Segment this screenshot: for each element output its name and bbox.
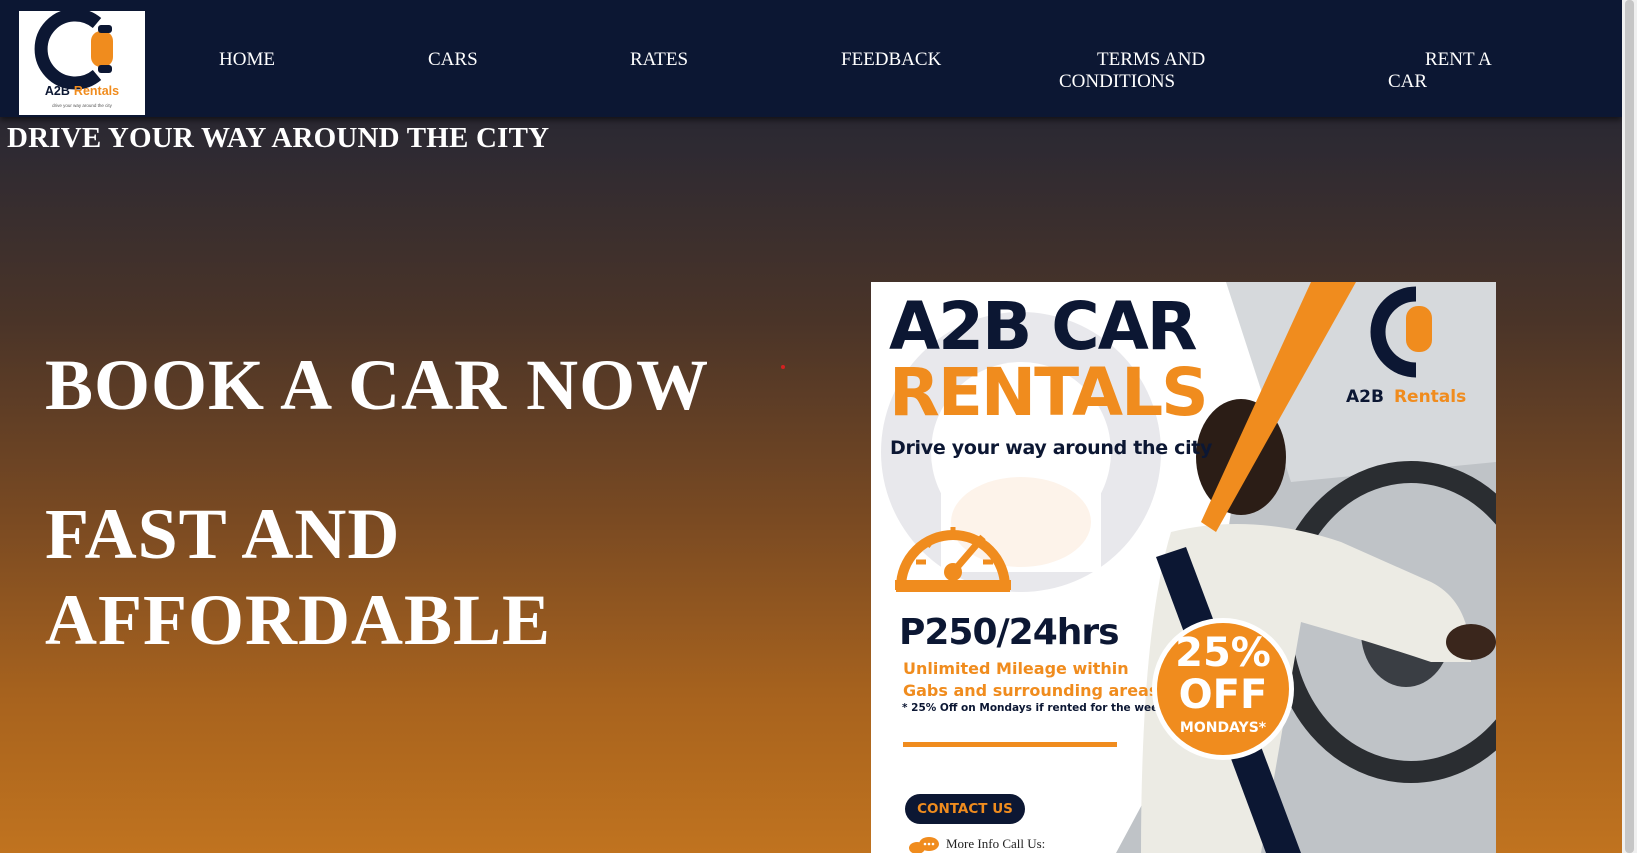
headline-line0: FAST AND (45, 494, 401, 574)
nav-terms-line1: TERMS AND (1097, 49, 1206, 70)
chat-bubble-icon (909, 837, 939, 853)
logo-tagline: drive your way around the city (52, 103, 112, 108)
nav-rent-line2: CAR (1388, 71, 1428, 92)
nav-home-link[interactable]: HOME (219, 49, 275, 71)
headline-fast-affordable: FAST AND AFFORDABLE (45, 491, 551, 663)
contact-us-button[interactable]: CONTACT US (905, 794, 1025, 824)
poster-more-info: More Info Call Us: (946, 836, 1046, 851)
logo-rentals-text: Rentals (73, 84, 120, 98)
discount-badge: 25% OFF MONDAYS* (1152, 618, 1294, 760)
nav-rent-line1: RENT A (1425, 49, 1492, 70)
poster-logo-wordmark: A2B Rentals (1346, 387, 1466, 407)
poster-logo-a2b: A2B (1346, 387, 1384, 407)
scrollbar-thumb[interactable] (1625, 0, 1634, 853)
poster-divider (903, 742, 1117, 747)
poster-mileage-line1: Unlimited Mileage within (903, 659, 1129, 678)
discount-percent: 25% (1175, 630, 1271, 676)
poster-title-line2: RENTALS (889, 354, 1209, 431)
nav-terms-line2: CONDITIONS (1059, 71, 1176, 92)
decorative-dot (781, 365, 785, 369)
nav-rent-a-car-link[interactable]: RENT A CAR (1388, 49, 1492, 93)
page: A2B Rentals drive your way around the cit… (0, 0, 1622, 853)
logo-a2b-text: A2B (44, 84, 70, 98)
vertical-scrollbar[interactable] (1622, 0, 1637, 853)
poster-mileage: Unlimited Mileage within Gabs and surrou… (903, 658, 1163, 702)
nav-cars-link[interactable]: CARS (428, 49, 478, 71)
nav-rates-link[interactable]: RATES (630, 49, 688, 71)
poster-tagline: Drive your way around the city (890, 437, 1213, 459)
discount-day: MONDAYS* (1179, 720, 1267, 736)
poster-mileage-line2: Gabs and surrounding areas (903, 681, 1159, 700)
site-logo[interactable]: A2B Rentals drive your way around the cit… (19, 11, 145, 115)
nav-terms-link[interactable]: TERMS AND CONDITIONS (1059, 49, 1205, 93)
a2b-logo-icon (34, 11, 113, 90)
top-navbar: A2B Rentals drive your way around the cit… (0, 0, 1622, 117)
logo-wordmark: A2B Rentals (19, 84, 145, 98)
poster-footnote: * 25% Off on Mondays if rented for the w… (902, 702, 1188, 714)
promo-poster: A2B CAR RENTALS Drive your way around th… (871, 282, 1496, 853)
poster-price: P250/24hrs (899, 612, 1120, 653)
hero-tagline: DRIVE YOUR WAY AROUND THE CITY (7, 122, 550, 154)
headline-book-now: BOOK A CAR NOW (45, 345, 710, 425)
nav-feedback-link[interactable]: FEEDBACK (841, 49, 941, 71)
poster-title-line1: A2B CAR (889, 288, 1198, 365)
headline-line1: AFFORDABLE (45, 580, 552, 660)
poster-logo-rentals: Rentals (1393, 387, 1467, 407)
discount-off: OFF (1178, 672, 1268, 718)
